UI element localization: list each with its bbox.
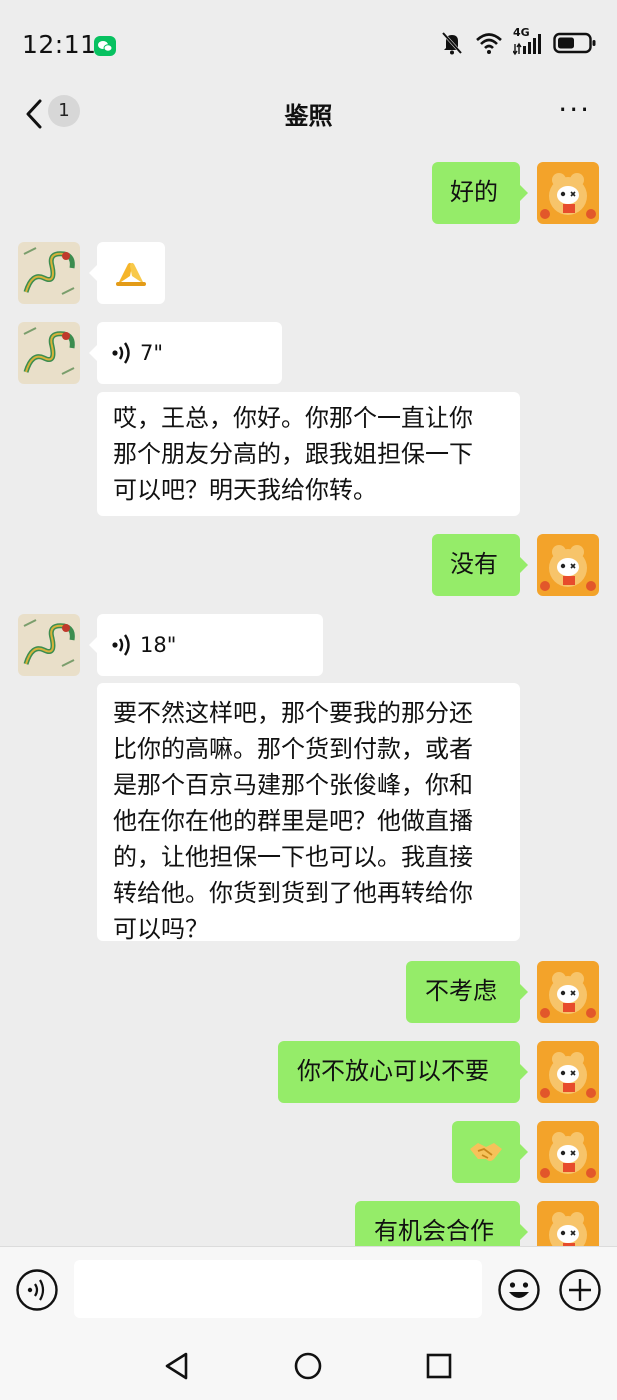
- message-line: 要不然这样吧，那个要我的那分还: [113, 699, 473, 727]
- folded-hands-icon: [116, 262, 146, 286]
- cellular-signal-icon: 4G: [513, 26, 543, 56]
- message-line: 的，让他担保一下也可以。我直接: [113, 843, 473, 871]
- voice-input-icon[interactable]: [15, 1268, 59, 1312]
- my-text-bubble[interactable]: 没有: [432, 534, 520, 596]
- input-bar: [0, 1246, 617, 1331]
- contact-voice-bubble[interactable]: 18": [97, 614, 323, 676]
- contact-text-bubble[interactable]: 要不然这样吧，那个要我的那分还 比你的高嘛。那个货到付款，或者 是那个百京马建那…: [97, 683, 520, 943]
- message-line: 哎，王总，你好。你那个一直让你: [113, 404, 473, 432]
- my-avatar[interactable]: [537, 1121, 599, 1183]
- handshake-icon: [470, 1143, 502, 1161]
- message-line: 是那个百京马建那个张俊峰，你和: [113, 771, 473, 799]
- message-list[interactable]: 好的 7" 哎，王总，你好。你那个一直让你 那个朋友分高的，跟我姐担保一下 可以…: [0, 150, 617, 1246]
- more-options-button[interactable]: ···: [558, 96, 591, 124]
- chat-title: 鉴照: [284, 102, 333, 130]
- system-navigation-bar: [0, 1330, 617, 1400]
- my-text-bubble[interactable]: 不考虑: [406, 961, 520, 1023]
- contact-voice-bubble[interactable]: 7": [97, 322, 282, 384]
- battery-icon: [553, 32, 596, 54]
- message-line: 转给他。你货到货到了他再转给你: [113, 879, 473, 907]
- message-line: 可以吧？明天我给你转。: [113, 476, 377, 504]
- wechat-notification-icon: [94, 36, 116, 56]
- contact-avatar[interactable]: [18, 322, 80, 384]
- message-line: 那个朋友分高的，跟我姐担保一下: [113, 440, 473, 468]
- contact-text-bubble[interactable]: 哎，王总，你好。你那个一直让你 那个朋友分高的，跟我姐担保一下 可以吧？明天我给…: [97, 392, 520, 516]
- emoji-icon[interactable]: [497, 1268, 541, 1312]
- my-avatar[interactable]: [537, 1041, 599, 1103]
- status-time: 12:11: [22, 30, 97, 59]
- recent-square-icon[interactable]: [424, 1351, 454, 1381]
- my-text-bubble[interactable]: 有机会合作: [355, 1201, 520, 1246]
- message-line: 他在你在他的群里是吧？他做直播: [113, 807, 473, 835]
- wifi-icon: [476, 33, 502, 54]
- my-avatar[interactable]: [537, 961, 599, 1023]
- plus-icon[interactable]: [558, 1268, 602, 1312]
- mute-bell-icon: [441, 31, 463, 55]
- status-bar: 12:11 4G: [0, 0, 617, 80]
- voice-duration: 7": [140, 341, 164, 365]
- contact-emoji-bubble[interactable]: [97, 242, 165, 304]
- home-circle-icon[interactable]: [293, 1351, 323, 1381]
- my-avatar[interactable]: [537, 162, 599, 224]
- my-avatar[interactable]: [537, 534, 599, 596]
- my-text-bubble[interactable]: 你不放心可以不要: [278, 1041, 520, 1103]
- voice-wave-icon: [112, 634, 130, 656]
- contact-avatar[interactable]: [18, 242, 80, 304]
- back-triangle-icon[interactable]: [162, 1351, 192, 1381]
- my-avatar[interactable]: [537, 1201, 599, 1246]
- voice-duration: 18": [140, 633, 177, 657]
- contact-avatar[interactable]: [18, 614, 80, 676]
- my-text-bubble[interactable]: 好的: [432, 162, 520, 224]
- my-emoji-bubble[interactable]: [452, 1121, 520, 1183]
- message-line: 可以吗？: [113, 915, 209, 943]
- message-input[interactable]: [74, 1260, 482, 1318]
- voice-wave-icon: [112, 342, 130, 364]
- message-line: 比你的高嘛。那个货到付款，或者: [113, 735, 473, 763]
